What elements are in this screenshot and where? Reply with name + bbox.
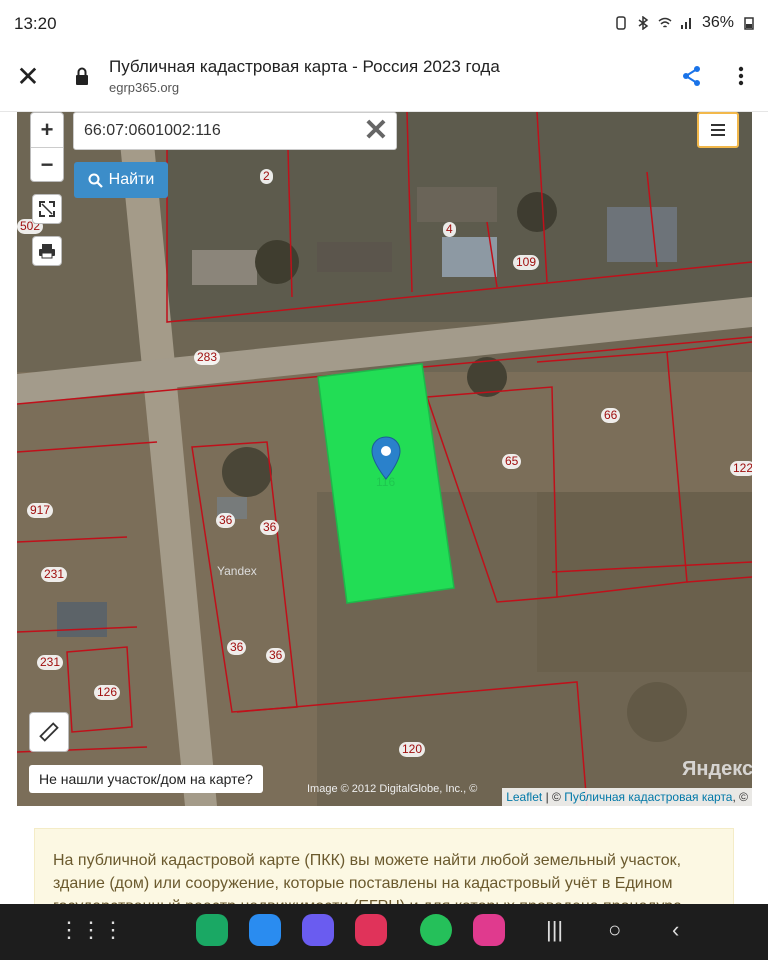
plot-label: 66 bbox=[601, 408, 621, 423]
apps-grid-icon[interactable]: ⋮⋮⋮ bbox=[58, 918, 124, 942]
plot-label: 36 bbox=[260, 520, 280, 535]
more-icon[interactable] bbox=[729, 64, 753, 88]
yandex-watermark: Яндекс bbox=[682, 758, 752, 780]
recent-apps-icon[interactable]: ||| bbox=[546, 918, 563, 942]
close-icon[interactable]: ✕ bbox=[14, 63, 42, 91]
layers-button[interactable] bbox=[697, 112, 739, 148]
zoom-in-button[interactable]: + bbox=[31, 113, 63, 147]
plot-label: 36 bbox=[266, 648, 286, 663]
plot-label: 126 bbox=[94, 685, 121, 700]
system-nav-bar: ⋮⋮⋮ ||| ○ ‹ bbox=[0, 904, 768, 960]
plot-label: 4 bbox=[443, 222, 456, 237]
leaflet-link[interactable]: Leaflet bbox=[506, 790, 542, 804]
ruler-button[interactable] bbox=[29, 712, 69, 752]
nfc-icon bbox=[616, 16, 626, 30]
page-title: Публичная кадастровая карта - Россия 202… bbox=[109, 57, 500, 76]
image-credit: Image © 2012 DigitalGlobe, Inc., © bbox=[307, 783, 478, 795]
map-marker-icon[interactable] bbox=[371, 436, 401, 480]
wifi-icon bbox=[658, 17, 672, 28]
whatsapp-app-icon[interactable] bbox=[420, 914, 452, 946]
plot-label: 36 bbox=[227, 640, 247, 655]
cadastral-map[interactable]: 2 4 109 502 283 66 65 122 917 36 36 231 … bbox=[17, 112, 752, 806]
battery-icon bbox=[744, 17, 754, 30]
phone-app-icon[interactable] bbox=[196, 914, 228, 946]
plot-label: 122 bbox=[730, 461, 752, 476]
plot-label: 231 bbox=[37, 655, 64, 670]
find-button[interactable]: Найти bbox=[74, 162, 168, 198]
status-time: 13:20 bbox=[14, 14, 57, 33]
browser-header: ✕ Публичная кадастровая карта - Россия 2… bbox=[0, 46, 768, 112]
messages-app-icon[interactable] bbox=[249, 914, 281, 946]
browser-app-icon[interactable] bbox=[302, 914, 334, 946]
cadastral-number-input[interactable] bbox=[74, 113, 354, 149]
share-icon[interactable] bbox=[680, 64, 704, 88]
plot-label: 120 bbox=[399, 742, 426, 757]
plot-label: 283 bbox=[194, 350, 221, 365]
page-url: egrp365.org bbox=[109, 80, 180, 95]
not-found-button[interactable]: Не нашли участок/дом на карте? bbox=[29, 765, 263, 793]
back-icon[interactable]: ‹ bbox=[672, 918, 679, 942]
ruler-icon bbox=[39, 722, 59, 742]
yandex-small-watermark: Yandex bbox=[217, 564, 257, 578]
info-text-block: На публичной кадастровой карте (ПКК) вы … bbox=[34, 828, 734, 908]
status-bar: 13:20 36% bbox=[0, 0, 768, 46]
plot-label: 65 bbox=[502, 454, 522, 469]
pkk-link[interactable]: Публичная кадастровая карта bbox=[564, 790, 732, 804]
print-button[interactable] bbox=[32, 236, 62, 266]
lock-icon bbox=[76, 67, 88, 85]
bluetooth-icon bbox=[638, 16, 649, 30]
clear-search-icon[interactable]: ✕ bbox=[362, 116, 390, 146]
layers-icon bbox=[711, 124, 725, 136]
map-attribution: Leaflet | © Публичная кадастровая карта,… bbox=[502, 788, 752, 806]
search-icon bbox=[88, 173, 103, 188]
print-icon bbox=[39, 244, 55, 259]
fullscreen-icon bbox=[39, 201, 55, 217]
plot-label: 231 bbox=[41, 567, 68, 582]
status-icons: 36% bbox=[614, 14, 756, 32]
gallery-app-icon[interactable] bbox=[473, 914, 505, 946]
plot-label: 109 bbox=[513, 255, 540, 270]
zoom-control: + − bbox=[30, 112, 64, 182]
signal-icon bbox=[680, 18, 691, 29]
battery-percent: 36% bbox=[701, 14, 734, 31]
find-button-label: Найти bbox=[108, 171, 155, 188]
plot-label: 36 bbox=[216, 513, 236, 528]
cadastral-search-box: ✕ bbox=[73, 112, 397, 150]
plot-label: 2 bbox=[260, 169, 273, 184]
home-icon[interactable]: ○ bbox=[608, 918, 621, 942]
camera-app-icon[interactable] bbox=[355, 914, 387, 946]
plot-label: 917 bbox=[27, 503, 54, 518]
zoom-out-button[interactable]: − bbox=[31, 147, 63, 181]
fullscreen-button[interactable] bbox=[32, 194, 62, 224]
